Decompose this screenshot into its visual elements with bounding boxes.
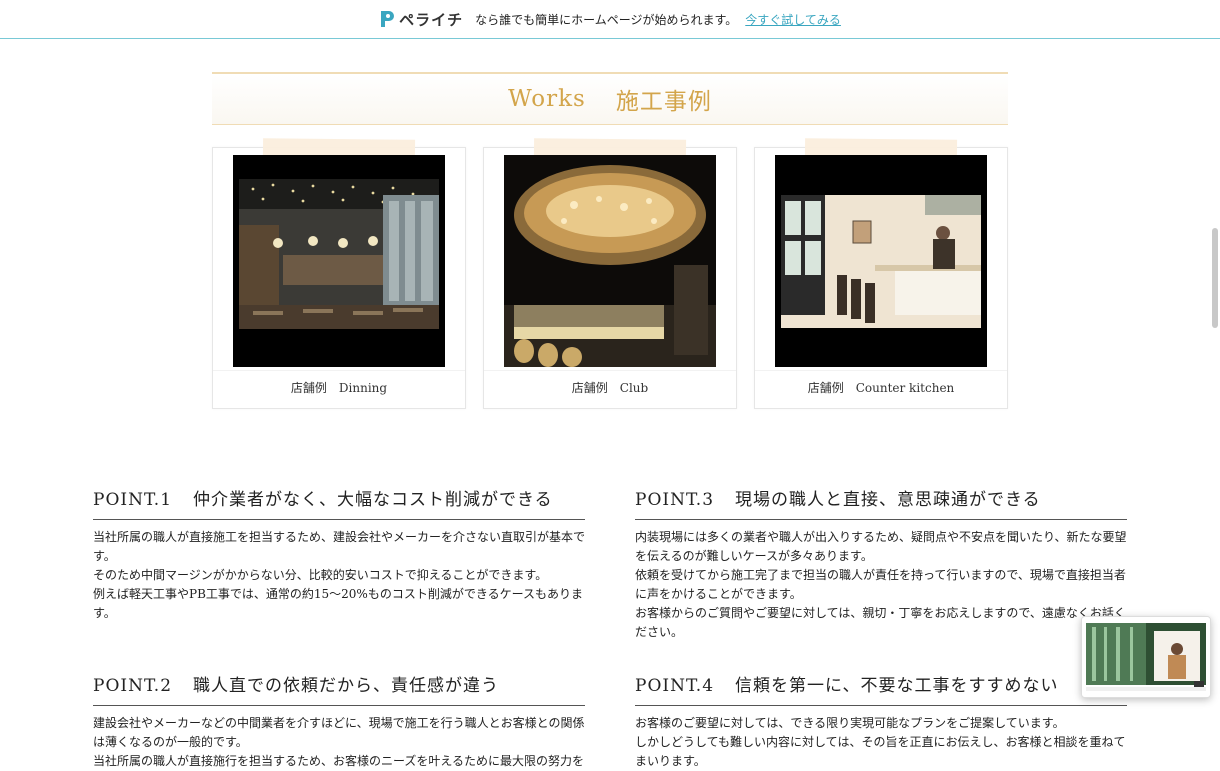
peraichi-logo[interactable]: ペライチ bbox=[379, 9, 463, 30]
point-heading: POINT.4 信頼を第一に、不要な工事をすすめない bbox=[635, 671, 1127, 706]
point-text-line: 依頼を受けてから施工完了まで担当の職人が責任を持って行いますので、現場で直接担当… bbox=[635, 568, 1126, 582]
work-caption: 店舗例 Dinning bbox=[290, 381, 388, 395]
point-text-line: ださい。 bbox=[635, 625, 684, 639]
point-heading: POINT.2 職人直での依頼だから、責任感が違う bbox=[93, 671, 585, 706]
peraichi-banner: ペライチ なら誰でも簡単にホームページが始められます。 今すぐ試してみる bbox=[0, 0, 1220, 39]
point-text-line: 内装現場には多くの業者や職人が出入りするため、疑問点や不安点を聞いたり、新たな要… bbox=[635, 530, 1127, 544]
point-heading: POINT.1 仲介業者がなく、大幅なコスト削減ができる bbox=[93, 485, 585, 520]
point-text-line: しかしどうしても難しい内容に対しては、その旨を正直にお伝えし、お客様と相談を重ね… bbox=[635, 735, 1126, 749]
work-caption: 店舗例 Club bbox=[571, 381, 649, 395]
point-heading: POINT.3 現場の職人と直接、意思疎通ができる bbox=[635, 485, 1127, 520]
works-section-header: Works 施工事例 bbox=[212, 72, 1008, 125]
point-text-line: 当社所属の職人が直接施行を担当するため、お客様のニーズを叶えるために最大限の努力… bbox=[93, 754, 585, 768]
point-2: POINT.2 職人直での依頼だから、責任感が違う 建設会社やメーカーなどの中間業… bbox=[93, 671, 585, 771]
work-card-club[interactable]: 店舗例 Club bbox=[483, 138, 737, 409]
peraichi-logo-icon bbox=[381, 11, 395, 27]
point-text-line: す。 bbox=[93, 606, 116, 620]
point-text-line: まいります。 bbox=[635, 754, 706, 768]
point-title: 仲介業者がなく、大幅なコスト削減ができる bbox=[193, 490, 553, 510]
caption-divider bbox=[213, 370, 465, 371]
point-body: お客様のご要望に対しては、できる限り実現可能なプランをご提案しています。 しかし… bbox=[635, 714, 1127, 771]
point-text-line: す。 bbox=[93, 549, 116, 563]
work-card-counter-kitchen[interactable]: 店舗例 Counter kitchen bbox=[754, 138, 1008, 409]
point-text-line: お客様からのご質問やご要望に対しては、親切・丁寧をお応えしますので、遠慮なくお話… bbox=[635, 606, 1126, 620]
work-photo-counter-kitchen bbox=[775, 155, 987, 367]
point-title: 現場の職人と直接、意思疎通ができる bbox=[735, 490, 1041, 510]
point-text-line: 当社所属の職人が直接施工を担当するため、建設会社やメーカーを介さない直取引が基本… bbox=[93, 530, 586, 544]
point-text-line: 例えば軽天工事やPB工事では、通常の約15〜20%ものコスト削減ができるケースも… bbox=[93, 587, 583, 601]
caption-divider bbox=[484, 370, 736, 371]
point-1: POINT.1 仲介業者がなく、大幅なコスト削減ができる 当社所属の職人が直接施工… bbox=[93, 485, 585, 623]
try-now-link[interactable]: 今すぐ試してみる bbox=[745, 11, 841, 28]
point-text-line: は薄くなるのが一般的です。 bbox=[93, 735, 248, 749]
work-card-dinning[interactable]: 店舗例 Dinning bbox=[212, 138, 466, 409]
point-body: 当社所属の職人が直接施工を担当するため、建設会社やメーカーを介さない直取引が基本… bbox=[93, 528, 585, 623]
point-number: POINT.2 bbox=[93, 676, 173, 696]
video-preview-thumbnail[interactable] bbox=[1081, 616, 1211, 698]
point-text-line: を伝えるのが難しいケースが多々あります。 bbox=[635, 549, 873, 563]
point-4: POINT.4 信頼を第一に、不要な工事をすすめない お客様のご要望に対しては、で… bbox=[635, 671, 1127, 771]
point-text-line: そのため中間マージンがかからない分、比較的安いコストで抑えることができます。 bbox=[93, 568, 548, 582]
point-body: 建設会社やメーカーなどの中間業者を介すほどに、現場で施工を行う職人とお客様との関… bbox=[93, 714, 585, 771]
point-text-line: 建設会社やメーカーなどの中間業者を介すほどに、現場で施工を行う職人とお客様との関… bbox=[93, 716, 585, 730]
point-number: POINT.4 bbox=[635, 676, 715, 696]
works-title-en: Works bbox=[508, 86, 586, 112]
point-number: POINT.3 bbox=[635, 490, 715, 510]
point-text-line: に声をかけることができます。 bbox=[635, 587, 802, 601]
point-text-line: お客様のご要望に対しては、できる限り実現可能なプランをご提案しています。 bbox=[635, 716, 1065, 730]
caption-divider bbox=[755, 370, 1007, 371]
work-photo-dinning bbox=[233, 155, 445, 367]
page-scrollbar[interactable] bbox=[1212, 228, 1218, 328]
work-caption: 店舗例 Counter kitchen bbox=[807, 381, 955, 395]
point-3: POINT.3 現場の職人と直接、意思疎通ができる 内装現場には多くの業者や職人が… bbox=[635, 485, 1127, 642]
point-body: 内装現場には多くの業者や職人が出入りするため、疑問点や不安点を聞いたり、新たな要… bbox=[635, 528, 1127, 642]
point-title: 信頼を第一に、不要な工事をすすめない bbox=[735, 676, 1059, 696]
banner-tagline: なら誰でも簡単にホームページが始められます。 bbox=[475, 12, 738, 27]
point-number: POINT.1 bbox=[93, 490, 173, 510]
work-photo-club bbox=[504, 155, 716, 367]
point-title: 職人直での依頼だから、責任感が違う bbox=[193, 676, 499, 696]
works-title-ja: 施工事例 bbox=[615, 89, 712, 115]
logo-text: ペライチ bbox=[399, 10, 464, 29]
